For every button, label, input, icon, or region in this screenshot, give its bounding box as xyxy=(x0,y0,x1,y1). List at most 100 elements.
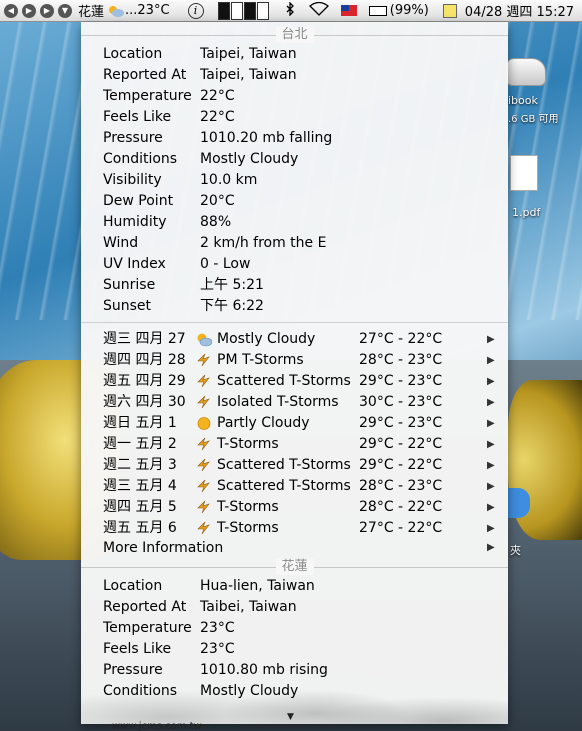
disk-label[interactable]: ibook xyxy=(508,94,538,107)
weather-menu: 台北 Location Taipei, Taiwan Reported At Taip… xyxy=(81,22,508,724)
submenu-arrow-icon: ▶ xyxy=(487,355,495,366)
menubar-weather-icon[interactable] xyxy=(107,4,125,18)
forecast-date: 週二 五月 3 xyxy=(103,457,177,473)
detail-label: Temperature xyxy=(103,88,192,104)
wifi-icon[interactable] xyxy=(308,1,329,20)
forecast-temperature: 29°C - 22°C xyxy=(359,436,443,452)
detail-value: 88% xyxy=(200,214,232,230)
menu-down-icon[interactable]: ▼ xyxy=(58,3,72,18)
detail-label: Humidity xyxy=(103,214,167,230)
disk-free-space: .6 GB 可用 xyxy=(508,114,559,125)
detail-value: Taipei, Taiwan xyxy=(200,46,297,62)
forecast-condition: Mostly Cloudy xyxy=(217,331,316,347)
detail-value: 23°C xyxy=(200,641,235,657)
forecast-temperature: 29°C - 22°C xyxy=(359,457,443,473)
submenu-arrow-icon: ▶ xyxy=(487,542,495,553)
mostly-cloudy-icon xyxy=(196,332,213,347)
folder-label[interactable]: 夾 xyxy=(510,542,521,558)
pdf-file-label[interactable]: 1.pdf xyxy=(512,206,540,219)
hard-disk-icon[interactable] xyxy=(506,58,546,86)
submenu-arrow-icon: ▶ xyxy=(487,523,495,534)
submenu-arrow-icon: ▶ xyxy=(487,460,495,471)
forecast-row[interactable]: 週一 五月 2 T-Storms 29°C - 22°C ▶ xyxy=(103,434,503,455)
forecast-condition: T-Storms xyxy=(217,436,279,452)
cpu-meter[interactable] xyxy=(217,1,269,20)
menubar-weather-temperature[interactable]: ...23°C xyxy=(125,3,170,18)
forecast-temperature: 27°C - 22°C xyxy=(359,520,443,536)
forecast-date: 週三 四月 27 xyxy=(103,331,186,347)
detail-value: 10.0 km xyxy=(200,172,258,188)
detail-value: 23°C xyxy=(200,620,235,636)
notepad-icon[interactable] xyxy=(442,3,457,18)
submenu-arrow-icon: ▶ xyxy=(487,502,495,513)
more-information-item[interactable]: More Information ▶ xyxy=(103,538,503,558)
forecast-date: 週五 五月 6 xyxy=(103,520,177,536)
menubar: ◀ ▶ ▶ ▼ 花蓮 ...23°C i (99%) 04/28 週四 15:2… xyxy=(0,0,582,22)
detail-label: Reported At xyxy=(103,599,187,615)
thunderstorm-icon xyxy=(196,521,212,536)
detail-value: Hua-lien, Taiwan xyxy=(200,578,315,594)
more-information-label: More Information xyxy=(103,540,224,556)
detail-value: Mostly Cloudy xyxy=(200,151,299,167)
chat-folder-icon[interactable] xyxy=(508,488,530,518)
forecast-condition: Scattered T-Storms xyxy=(217,373,351,389)
submenu-arrow-icon: ▶ xyxy=(487,397,495,408)
forecast-temperature: 30°C - 23°C xyxy=(359,394,443,410)
forecast-date: 週一 五月 2 xyxy=(103,436,177,452)
forecast-row[interactable]: 週四 五月 5 T-Storms 28°C - 22°C ▶ xyxy=(103,497,503,518)
forecast-row[interactable]: 週日 五月 1 Partly Cloudy 29°C - 23°C ▶ xyxy=(103,413,503,434)
battery-icon[interactable] xyxy=(368,5,387,16)
forecast-temperature: 28°C - 23°C xyxy=(359,478,443,494)
scroll-down-arrow-icon[interactable]: ▼ xyxy=(287,712,294,722)
info-icon[interactable]: i xyxy=(187,2,204,19)
forecast-condition: PM T-Storms xyxy=(217,352,304,368)
play-icon[interactable]: ▶ xyxy=(22,3,36,18)
forecast-row[interactable]: 週二 五月 3 Scattered T-Storms 29°C - 22°C ▶ xyxy=(103,455,503,476)
bluetooth-icon[interactable] xyxy=(285,0,295,20)
submenu-arrow-icon: ▶ xyxy=(487,334,495,345)
detail-value: 1010.20 mb falling xyxy=(200,130,333,146)
forecast-date: 週三 五月 4 xyxy=(103,478,177,494)
detail-label: Visibility xyxy=(103,172,162,188)
forecast-row[interactable]: 週四 四月 28 PM T-Storms 28°C - 23°C ▶ xyxy=(103,350,503,371)
submenu-arrow-icon: ▶ xyxy=(487,439,495,450)
forecast-row[interactable]: 週六 四月 30 Isolated T-Storms 30°C - 23°C ▶ xyxy=(103,392,503,413)
forecast-temperature: 28°C - 22°C xyxy=(359,499,443,515)
forecast-condition: Scattered T-Storms xyxy=(217,457,351,473)
battery-percentage[interactable]: (99%) xyxy=(390,3,429,18)
detail-label: Pressure xyxy=(103,130,163,146)
forecast-row[interactable]: 週三 五月 4 Scattered T-Storms 28°C - 23°C ▶ xyxy=(103,476,503,497)
forecast-condition: Isolated T-Storms xyxy=(217,394,339,410)
detail-label: Dew Point xyxy=(103,193,174,209)
forecast-temperature: 29°C - 23°C xyxy=(359,415,443,431)
menubar-clock[interactable]: 04/28 週四 15:27 xyxy=(465,1,574,20)
detail-label: Sunrise xyxy=(103,277,156,293)
flag-icon[interactable] xyxy=(340,5,357,16)
forecast-date: 週日 五月 1 xyxy=(103,415,177,431)
detail-label: Conditions xyxy=(103,683,178,699)
submenu-arrow-icon: ▶ xyxy=(487,418,495,429)
forecast-row[interactable]: 週五 五月 6 T-Storms 27°C - 22°C ▶ xyxy=(103,518,503,539)
forecast-date: 週六 四月 30 xyxy=(103,394,186,410)
detail-label: Feels Like xyxy=(103,641,172,657)
thunderstorm-icon xyxy=(196,437,212,452)
menubar-weather-location[interactable]: 花蓮 xyxy=(78,1,104,20)
thunderstorm-icon xyxy=(196,353,212,368)
forecast-date: 週五 四月 29 xyxy=(103,373,186,389)
section-header-taipei: 台北 xyxy=(81,27,508,43)
forecast-condition: T-Storms xyxy=(217,499,279,515)
forecast-date: 週四 四月 28 xyxy=(103,352,186,368)
forecast-condition: Scattered T-Storms xyxy=(217,478,351,494)
detail-label: Sunset xyxy=(103,298,152,314)
detail-value: 0 - Low xyxy=(200,256,251,272)
forecast-row[interactable]: 週三 四月 27 Mostly Cloudy 27°C - 22°C ▶ xyxy=(103,329,503,350)
detail-value: 1010.80 mb rising xyxy=(200,662,328,678)
rewind-icon[interactable]: ◀ xyxy=(4,3,18,18)
divider xyxy=(81,322,508,323)
pdf-file-icon[interactable] xyxy=(510,155,538,191)
forecast-row[interactable]: 週五 四月 29 Scattered T-Storms 29°C - 23°C ▶ xyxy=(103,371,503,392)
detail-label: Location xyxy=(103,46,163,62)
forecast-condition: Partly Cloudy xyxy=(217,415,310,431)
forward-icon[interactable]: ▶ xyxy=(40,3,54,18)
detail-value: Taibei, Taiwan xyxy=(200,599,297,615)
